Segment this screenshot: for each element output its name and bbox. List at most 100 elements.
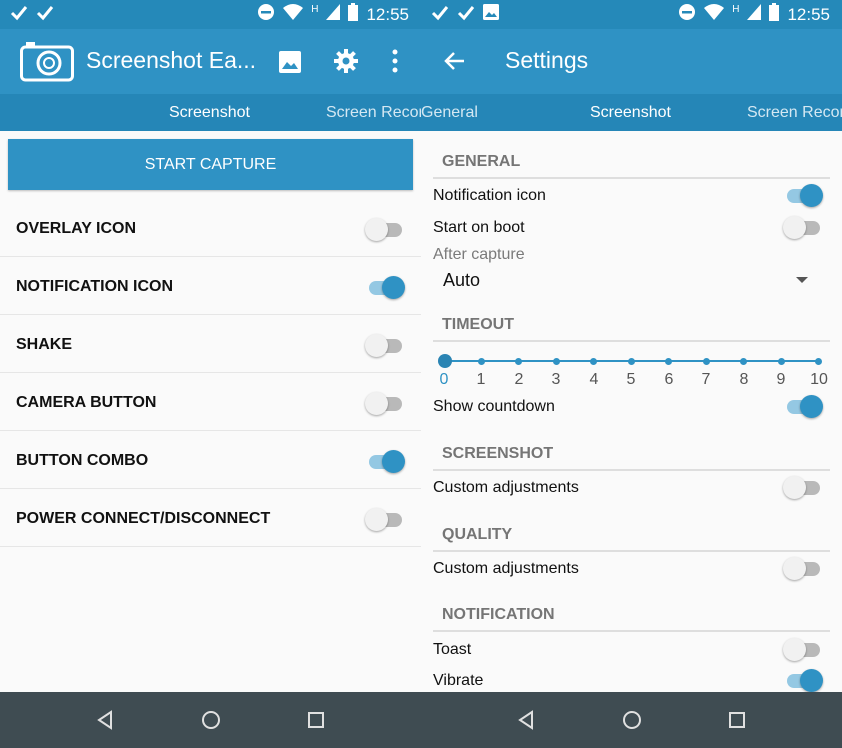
tab-screenshot[interactable]: Screenshot — [590, 104, 671, 122]
start-capture-button[interactable]: START CAPTURE — [8, 139, 413, 190]
option-shake[interactable]: SHAKE — [0, 315, 421, 373]
divider — [433, 177, 830, 179]
button-combo-switch[interactable] — [365, 450, 405, 473]
section-screenshot: SCREENSHOT — [442, 445, 554, 462]
home-icon[interactable] — [622, 710, 642, 735]
do-not-disturb-icon — [678, 3, 696, 26]
show-countdown-label: Show countdown — [433, 398, 555, 415]
tick-label: 4 — [589, 371, 599, 388]
vibrate-label: Vibrate — [433, 672, 484, 689]
check-icon — [431, 4, 449, 27]
screenshot-custom-label: Custom adjustments — [433, 479, 579, 496]
signal-icon — [326, 4, 341, 25]
tab-bar: Screenshot Screen Recor — [0, 94, 421, 131]
tab-screen-record[interactable]: Screen Recor — [326, 104, 421, 122]
screenshot-custom-switch[interactable] — [783, 476, 823, 499]
status-bar: H 12:55 — [0, 0, 421, 29]
slider-tick — [478, 358, 485, 365]
slider-tick — [628, 358, 635, 365]
tick-label: 1 — [476, 371, 486, 388]
back-icon[interactable] — [96, 710, 114, 735]
option-notification-icon[interactable]: NOTIFICATION ICON — [0, 257, 421, 315]
divider — [433, 630, 830, 632]
toast-label: Toast — [433, 641, 472, 658]
check-icon — [10, 4, 28, 27]
image-icon — [483, 4, 499, 27]
slider-tick — [778, 358, 785, 365]
shake-switch[interactable] — [365, 334, 405, 357]
check-icon — [36, 4, 54, 27]
signal-icon — [747, 4, 762, 25]
recents-icon[interactable] — [728, 710, 746, 735]
option-button-combo[interactable]: BUTTON COMBO — [0, 431, 421, 489]
slider-tick — [665, 358, 672, 365]
gear-icon[interactable] — [333, 48, 359, 79]
camera-logo-icon — [20, 40, 74, 87]
overlay-icon-switch[interactable] — [365, 218, 405, 241]
power-connect-switch[interactable] — [365, 508, 405, 531]
arrow-back-icon[interactable] — [443, 51, 465, 76]
notification-icon-switch[interactable] — [783, 184, 823, 207]
wifi-icon — [283, 4, 304, 25]
more-vert-icon[interactable] — [392, 49, 398, 78]
option-label: OVERLAY ICON — [16, 220, 137, 237]
slider-tick — [553, 358, 560, 365]
slider-thumb[interactable] — [438, 354, 452, 368]
slider-tick — [590, 358, 597, 365]
tick-label: 7 — [701, 371, 711, 388]
gallery-icon[interactable] — [279, 51, 301, 78]
battery-icon — [348, 3, 359, 26]
option-camera-button[interactable]: CAMERA BUTTON — [0, 373, 421, 431]
toast-switch[interactable] — [783, 638, 823, 661]
vibrate-switch[interactable] — [783, 669, 823, 692]
after-capture-select[interactable]: Auto — [443, 270, 480, 291]
option-label: NOTIFICATION ICON — [16, 278, 174, 295]
start-on-boot-switch[interactable] — [783, 216, 823, 239]
tab-bar: General Screenshot Screen Recor — [421, 94, 842, 131]
page-title: Settings — [505, 47, 589, 73]
tab-screen-record[interactable]: Screen Recor — [747, 104, 842, 122]
section-notification: NOTIFICATION — [442, 606, 555, 623]
tick-label: 3 — [551, 371, 561, 388]
app-bar: Settings — [421, 29, 842, 94]
divider — [433, 340, 830, 342]
app-bar: Screenshot Ea... — [0, 29, 421, 94]
tick-label: 5 — [626, 371, 636, 388]
home-icon[interactable] — [201, 710, 221, 735]
section-quality: QUALITY — [442, 526, 513, 543]
slider-tick — [815, 358, 822, 365]
notification-icon-label: Notification icon — [433, 187, 546, 204]
do-not-disturb-icon — [257, 3, 275, 26]
check-icon — [457, 4, 475, 27]
show-countdown-switch[interactable] — [783, 395, 823, 418]
camera-button-switch[interactable] — [365, 392, 405, 415]
nav-bar — [0, 692, 421, 748]
tick-label: 0 — [439, 371, 449, 388]
status-bar: H 12:55 — [421, 0, 842, 29]
quality-custom-switch[interactable] — [783, 557, 823, 580]
network-type: H — [732, 4, 740, 15]
network-type: H — [311, 4, 319, 15]
nav-bar — [421, 692, 842, 748]
option-overlay-icon[interactable]: OVERLAY ICON — [0, 199, 421, 257]
tab-screenshot[interactable]: Screenshot — [169, 104, 250, 122]
tab-general[interactable]: General — [421, 104, 478, 122]
section-timeout: TIMEOUT — [442, 316, 514, 333]
divider — [433, 469, 830, 471]
chevron-down-icon[interactable] — [796, 277, 808, 283]
option-power-connect[interactable]: POWER CONNECT/DISCONNECT — [0, 489, 421, 547]
notification-icon-switch[interactable] — [365, 276, 405, 299]
option-label: BUTTON COMBO — [16, 452, 149, 469]
recents-icon[interactable] — [307, 710, 325, 735]
main-screen: H 12:55 Screenshot Ea... Screenshot Scre… — [0, 0, 421, 748]
tick-label: 10 — [810, 371, 828, 388]
slider-tick — [515, 358, 522, 365]
clock: 12:55 — [787, 4, 830, 24]
app-title: Screenshot Ea... — [86, 47, 257, 73]
option-label: POWER CONNECT/DISCONNECT — [16, 510, 271, 527]
slider-tick — [703, 358, 710, 365]
quality-custom-label: Custom adjustments — [433, 560, 579, 577]
back-icon[interactable] — [517, 710, 535, 735]
battery-icon — [769, 3, 780, 26]
tick-label: 2 — [514, 371, 524, 388]
